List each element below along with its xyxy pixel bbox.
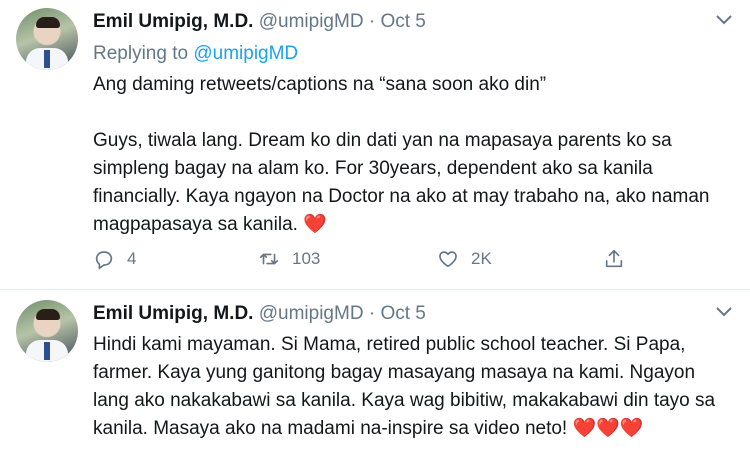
chevron-down-icon[interactable] (716, 304, 732, 322)
separator-dot: · (368, 303, 376, 324)
replying-to-label: Replying to (93, 43, 189, 64)
tweet-paragraph-text: Guys, tiwala lang. Dream ko din dati yan… (93, 130, 710, 235)
tweet-actions: 4 103 2K (93, 248, 653, 274)
author-handle[interactable]: @umipigMD (259, 303, 364, 324)
separator-dot: · (368, 11, 376, 32)
tweet-paragraph: Ang daming retweets/captions na “sana so… (93, 74, 547, 95)
heart-emoji: ❤️ (303, 214, 327, 235)
tweet-header: Emil Umipig, M.D. @umipigMD · Oct 5 (93, 303, 426, 325)
tweet-header: Emil Umipig, M.D. @umipigMD · Oct 5 (93, 11, 426, 33)
reply-mention-link[interactable]: @umipigMD (193, 43, 298, 64)
tweet[interactable]: Emil Umipig, M.D. @umipigMD · Oct 5 Repl… (0, 0, 750, 290)
tweet-text: Ang daming retweets/captions na “sana so… (93, 71, 733, 239)
retweet-icon (259, 253, 279, 265)
author-name[interactable]: Emil Umipig, M.D. (93, 11, 253, 32)
author-handle[interactable]: @umipigMD (259, 11, 364, 32)
reply-button[interactable]: 4 (93, 248, 136, 270)
like-icon (439, 251, 457, 268)
share-icon (605, 249, 623, 268)
tweet-paragraph: Hindi kami mayaman. Si Mama, retired pub… (93, 331, 733, 443)
like-button[interactable]: 2K (437, 248, 492, 270)
author-name[interactable]: Emil Umipig, M.D. (93, 303, 253, 324)
like-count: 2K (471, 249, 492, 268)
tweet[interactable]: Emil Umipig, M.D. @umipigMD · Oct 5 Hind… (0, 290, 750, 450)
tweet-date[interactable]: Oct 5 (380, 11, 425, 32)
avatar[interactable] (16, 8, 78, 70)
replying-to: Replying to @umipigMD (93, 43, 298, 65)
tweet-paragraph: Guys, tiwala lang. Dream ko din dati yan… (93, 127, 733, 239)
reply-count: 4 (127, 249, 137, 268)
tweet-text: Hindi kami mayaman. Si Mama, retired pub… (93, 331, 733, 443)
tweet-date[interactable]: Oct 5 (380, 303, 425, 324)
avatar[interactable] (16, 300, 78, 362)
retweet-count: 103 (292, 249, 321, 268)
share-button[interactable] (603, 248, 625, 270)
heart-emoji: ❤️❤️❤️ (572, 418, 644, 439)
chevron-down-icon[interactable] (716, 12, 732, 30)
retweet-button[interactable]: 103 (258, 248, 320, 270)
reply-icon (95, 251, 113, 270)
